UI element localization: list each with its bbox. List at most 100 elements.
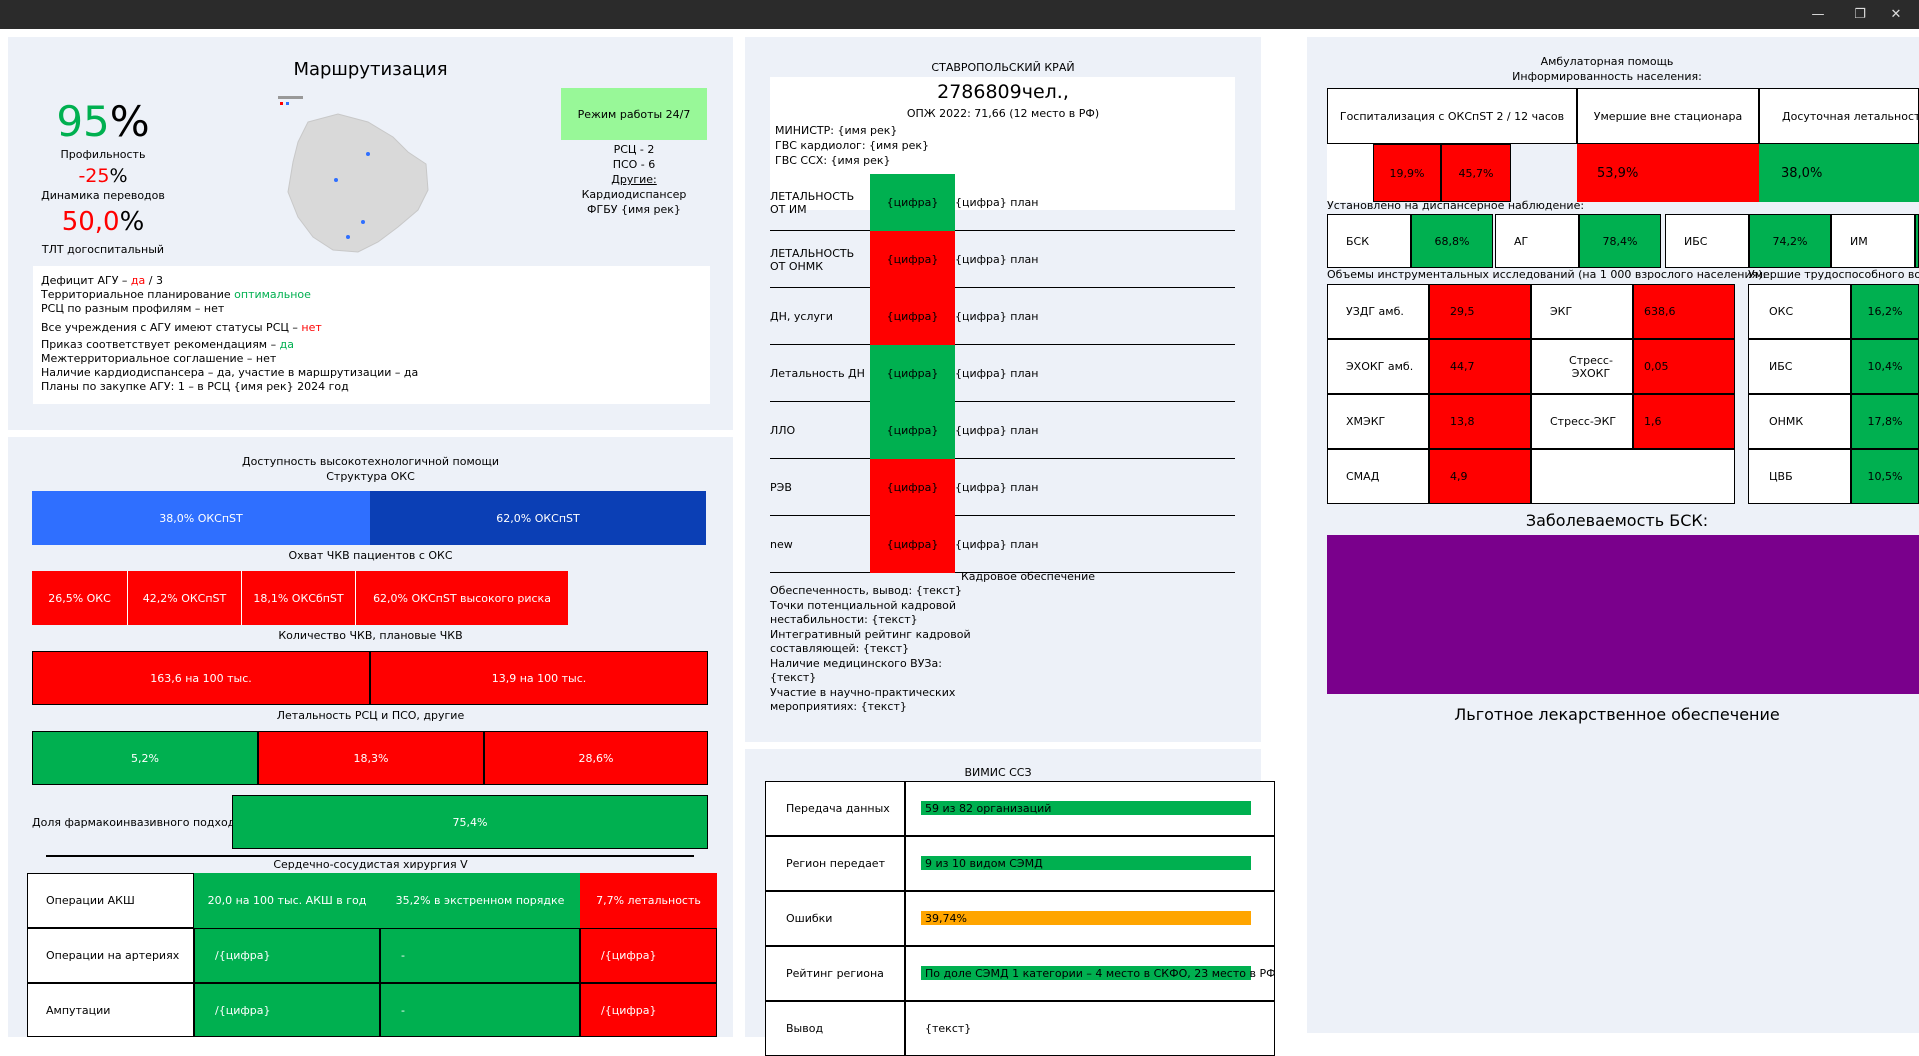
tlt-label: ТЛТ догоспитальный (41, 243, 165, 256)
gvs-cardiologist: ГВС кардиолог: {имя рек} (775, 139, 929, 152)
chkv-qty-1: 163,6 на 100 тыс. (32, 651, 370, 705)
dead-name: ОКС (1748, 284, 1851, 339)
disp-name: БСК (1327, 214, 1411, 268)
lethality-title: Летальность РСЦ и ПСО, другие (276, 709, 465, 722)
info-line-rsc-profiles: РСЦ по разным профилям – нет (41, 302, 225, 315)
ambulatory-panel: Амбулаторная помощь Информированность на… (1307, 37, 1919, 1033)
info-line-territorial: Территориальное планирование оптимальное (41, 288, 311, 301)
surgery-title: Сердечно-сосудистая хирургия V (273, 858, 468, 871)
tlt-metric: 50,0% (48, 207, 158, 237)
chkv-qty-title: Количество ЧКВ, плановые ЧКВ (278, 629, 463, 642)
lethality-cell-2: 18,3% (258, 731, 484, 785)
vimis-title: ВИМИС ССЗ (964, 766, 1032, 779)
instr-name-1: УЗДГ амб. (1327, 284, 1429, 339)
chkv-cell-2: 42,2% ОКСпST (128, 571, 242, 625)
instr-value-1: 13,8 (1429, 394, 1531, 449)
chkv-cell-4: 62,0% ОКСпST высокого риска (356, 571, 568, 625)
minister: МИНИСТР: {имя рек} (775, 124, 898, 137)
surgery-row-2-c1: /{цифра} (194, 928, 380, 983)
region-name: СТАВРОПОЛЬСКИЙ КРАЙ (931, 61, 1075, 74)
instr-value-1: 29,5 (1429, 284, 1531, 339)
dead-value: 16,2% (1851, 284, 1919, 339)
window-titlebar: — ❐ ✕ (0, 0, 1919, 29)
tlt-percent-sign: % (119, 207, 145, 237)
chkv-cell-1: 26,5% ОКС (32, 571, 128, 625)
divider (46, 855, 694, 857)
hitech-panel: Доступность высокотехнологичной помощи С… (8, 437, 733, 1037)
profile-label: Профильность (60, 148, 146, 161)
close-button[interactable]: ✕ (1873, 0, 1919, 29)
vimis-row-value: 59 из 82 организаций (925, 802, 1052, 815)
mode-247-button[interactable]: Режим работы 24/7 (561, 88, 707, 140)
ambulatory-title: Амбулаторная помощь (1540, 55, 1674, 68)
routing-info-box: Дефицит АГУ – да / 3 Территориальное пла… (33, 266, 710, 404)
vimis-row-name: Передача данных (765, 781, 905, 836)
profile-metric: 95% (48, 97, 158, 146)
opzh: ОПЖ 2022: 71,66 (12 место в РФ) (906, 107, 1100, 120)
surgery-row-1-name: Операции АКШ (27, 873, 194, 928)
chkv-coverage-title: Охват ЧКВ пациентов с ОКС (288, 549, 453, 562)
dynamics-metric: -25% (36, 165, 170, 187)
instr-value-1: 4,9 (1429, 449, 1531, 504)
minimize-button[interactable]: — (1795, 0, 1841, 29)
inform-title: Информированность населения: (1512, 70, 1702, 83)
staff-line: мероприятиях: {текст} (770, 700, 907, 713)
kpi-value: {цифра} (870, 459, 955, 516)
surgery-row-1-c1: 20,0 на 100 тыс. АКШ в год (194, 873, 380, 928)
kpi-label: new (770, 538, 793, 551)
vimis-row-name: Ошибки (765, 891, 905, 946)
kpi-plan: {цифра} план (955, 481, 1039, 494)
disp-value: 78,4% (1579, 214, 1661, 268)
kpi-label: ЛЕТАЛЬНОСТЬ ОТ ОНМК (770, 246, 855, 273)
dynamics-percent-sign: % (109, 165, 128, 187)
dead-value: 17,8% (1851, 394, 1919, 449)
oks-structure-title: Структура ОКС (326, 470, 415, 483)
kpi-plan: {цифра} план (955, 538, 1039, 551)
dynamics-value: -25 (78, 165, 110, 187)
surgery-row-3-name: Ампутации (27, 983, 194, 1037)
staff-line: составляющей: {текст} (770, 642, 910, 655)
kpi-value: {цифра} (870, 174, 955, 231)
rsc-count: РСЦ - 2 (613, 143, 655, 156)
kpi-plan: {цифра} план (955, 196, 1039, 209)
dead-name: ИБС (1748, 339, 1851, 394)
lethality-cell-1: 5,2% (32, 731, 258, 785)
info-line-plans: Планы по закупке АГУ: 1 – в РСЦ {имя рек… (41, 380, 349, 393)
officials: МИНИСТР: {имя рек} ГВС кардиолог: {имя р… (775, 123, 929, 168)
disp-value (1915, 214, 1919, 268)
oks-bar-1: 38,0% ОКСпST (32, 491, 370, 545)
profile-percent-sign: % (109, 97, 150, 146)
region-map (278, 96, 429, 253)
instr-title: Объемы инструментальных исследований (на… (1327, 268, 1767, 281)
oks-bar-2: 62,0% ОКСпST (370, 491, 706, 545)
surgery-row-1-c3: 7,7% летальность (580, 873, 717, 928)
staff-line: Точки потенциальной кадровой (770, 598, 957, 612)
pharma-label: Доля фармакоинвазивного подхода (32, 816, 243, 829)
tlt-value: 50,0 (61, 207, 120, 237)
disp-title: Установлено на диспансерное наблюдение: (1327, 199, 1585, 212)
population: 2786809чел., (937, 81, 1069, 103)
surgery-row-3-c2: - (380, 983, 580, 1037)
vimis-row-name: Вывод (765, 1001, 905, 1056)
info-line-agreement: Межтерриториальное соглашение – нет (41, 352, 277, 365)
disp-name: ИБС (1665, 214, 1749, 268)
facility-list: РСЦ - 2 ПСО - 6 Другие: Кардиодиспансер … (561, 142, 707, 217)
disp-value: 68,8% (1411, 214, 1493, 268)
vimis-bar (921, 911, 1251, 925)
dead-working-title: Умершие трудоспособного возраста (1748, 268, 1919, 281)
bsk-chart-area (1327, 535, 1919, 694)
staff-line: Обеспеченность, вывод: {текст} (770, 584, 962, 597)
instr-value-2: 1,6 (1633, 394, 1735, 449)
profile-value: 95 (56, 97, 110, 146)
other-facilities-label: Другие: (611, 173, 657, 186)
info-line-agu-deficit: Дефицит АГУ – да / 3 (41, 274, 163, 287)
surgery-row-2-name: Операции на артериях (27, 928, 194, 983)
routing-title: Маршрутизация (293, 59, 448, 80)
instr-name-1: ЭХОКГ амб. (1327, 339, 1429, 394)
vimis-row-name: Рейтинг региона (765, 946, 905, 1001)
vimis-row-value: По доле СЭМД 1 категории – 4 место в СКФ… (925, 967, 1276, 980)
kpi-value: {цифра} (870, 402, 955, 459)
staff-title: Кадровое обеспечение (960, 570, 1095, 583)
surgery-row-3-c3: /{цифра} (580, 983, 717, 1037)
instr-name-1: ХМЭКГ (1327, 394, 1429, 449)
